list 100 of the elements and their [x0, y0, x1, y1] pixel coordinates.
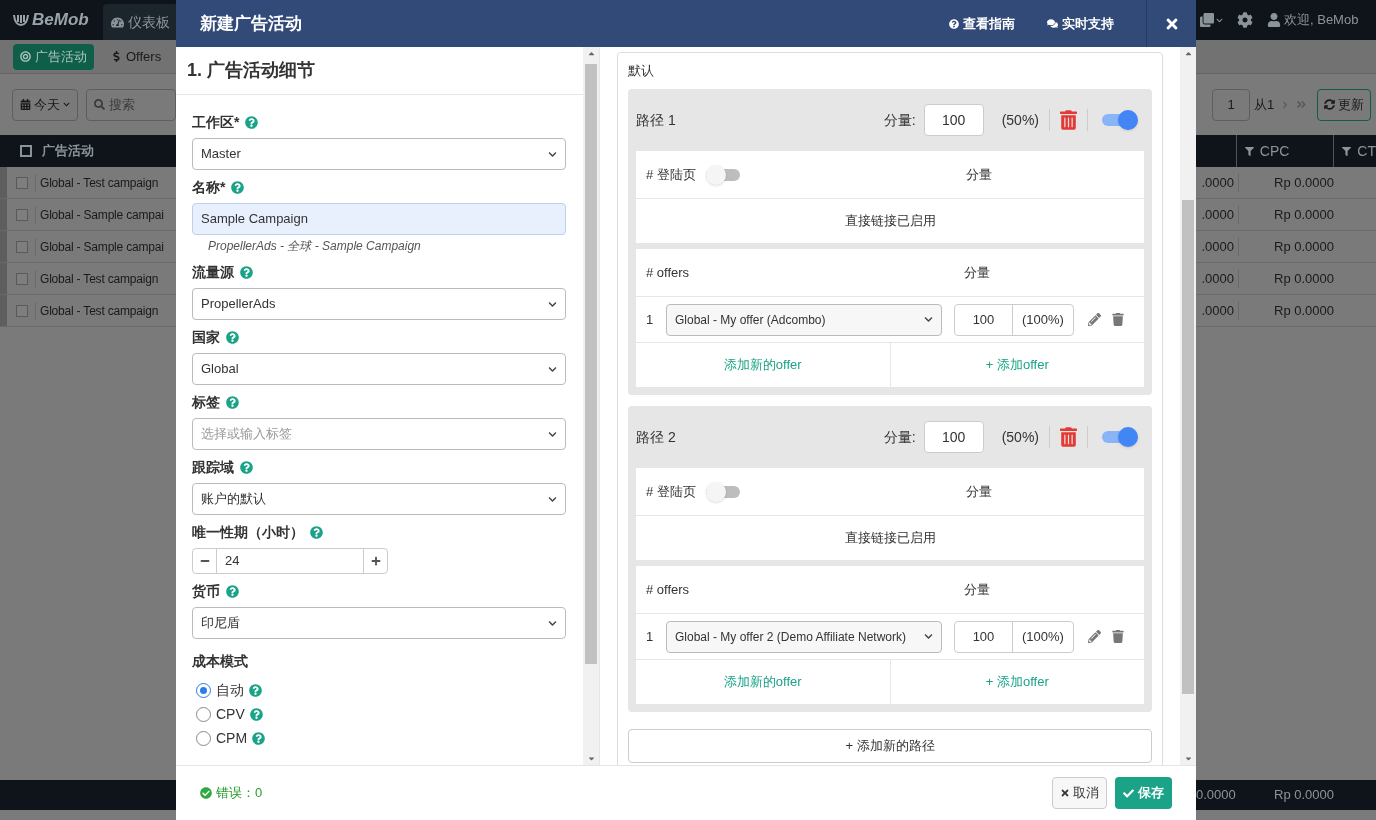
help-icon[interactable] [249, 707, 263, 721]
field-label: 货币 [192, 582, 220, 601]
user-icon [1267, 13, 1281, 27]
check-icon [1123, 787, 1134, 799]
default-label: 默认 [628, 62, 655, 81]
refresh-button[interactable]: 更新 [1317, 88, 1372, 121]
help-icon[interactable] [245, 116, 259, 129]
row-checkbox[interactable] [16, 176, 28, 189]
delete-icon[interactable] [1112, 630, 1124, 643]
welcome-text[interactable]: 欢迎, BeMob [1284, 10, 1359, 30]
column-header[interactable]: CPC [1259, 140, 1290, 162]
total-cell-text: 0.0000 [1196, 786, 1237, 805]
offers-label: # offers [646, 580, 691, 599]
date-filter-button[interactable]: 今天 [12, 88, 78, 121]
scrollbar[interactable] [583, 47, 599, 765]
row-checkbox[interactable] [16, 272, 28, 285]
select-field[interactable]: PropellerAds [192, 288, 566, 320]
settings-icon[interactable] [1237, 12, 1253, 28]
offer-weight-input[interactable]: 100 [955, 304, 1013, 335]
logo-text: BeMob [32, 9, 89, 32]
help-icon[interactable] [252, 731, 266, 745]
row-checkbox[interactable] [16, 208, 28, 221]
dashboard-tab[interactable]: 仪表板 [102, 4, 176, 40]
field-label: 唯一性期（小时） [192, 523, 304, 542]
filter-icon[interactable] [1342, 146, 1352, 156]
total-cell-text: Rp 0.0000 [1273, 786, 1335, 805]
row-handle[interactable] [0, 295, 7, 326]
chevron-icon [924, 632, 933, 641]
page-input[interactable]: 1 [1212, 88, 1250, 121]
help-icon[interactable] [226, 585, 239, 598]
help-icon[interactable] [240, 461, 253, 474]
help-icon [949, 18, 959, 29]
row-index: 1 [646, 310, 655, 329]
edit-icon[interactable] [1088, 630, 1101, 643]
edit-icon[interactable] [1088, 313, 1101, 326]
refresh-icon [1324, 99, 1336, 110]
chevron-icon [548, 429, 557, 439]
scrollbar[interactable] [1180, 47, 1196, 765]
row-handle[interactable] [0, 231, 7, 262]
help-icon[interactable] [226, 331, 239, 344]
table-cell: Global - Test campaign [35, 173, 159, 192]
name-field[interactable]: Sample Campaign [192, 203, 566, 235]
section-tab[interactable]: 广告活动 [13, 43, 94, 70]
cancel-button[interactable]: 取消 [1052, 777, 1107, 809]
help-icon[interactable] [310, 526, 323, 539]
weight-input[interactable]: 100 [923, 104, 984, 136]
table-cell: Rp 0.0000 [1238, 268, 1338, 289]
header-link[interactable]: 实时支持 [1047, 13, 1114, 34]
header-checkbox[interactable] [20, 145, 32, 157]
chevron-icon [924, 315, 933, 324]
toggle-switch[interactable] [705, 164, 742, 185]
table-cell-text: .0000 [1200, 205, 1235, 224]
help-icon[interactable] [240, 266, 253, 279]
scroll-up-icon[interactable] [586, 49, 596, 58]
filter-icon[interactable] [1244, 146, 1254, 156]
scroll-down-icon[interactable] [1183, 754, 1193, 763]
header-link[interactable]: 查看指南 [949, 13, 1015, 34]
last-page-icon[interactable] [1296, 99, 1308, 110]
table-cell: Rp 0.0000 [1238, 172, 1338, 193]
column-header[interactable]: 广告活动 [42, 141, 94, 161]
toggle-switch[interactable] [1102, 110, 1138, 130]
target-icon [20, 51, 31, 62]
select-field[interactable]: 账户的默认 [192, 483, 566, 515]
toggle-switch[interactable] [1102, 427, 1138, 447]
scroll-down-icon[interactable] [586, 754, 596, 763]
chevron-icon[interactable] [1216, 16, 1223, 24]
select-field[interactable]: Master [192, 138, 566, 170]
help-icon[interactable] [226, 396, 239, 409]
select-field[interactable]: 印尼盾 [192, 607, 566, 639]
chevron-icon [548, 364, 557, 374]
toggle-switch[interactable] [705, 481, 742, 502]
column-header[interactable]: CT [1357, 140, 1376, 162]
row-handle[interactable] [0, 263, 7, 294]
offer-weight-input[interactable]: 100 [955, 621, 1013, 652]
table-cell: Global - Test campaign [35, 269, 159, 288]
section-tab[interactable]: Offers [104, 43, 169, 70]
offer-select[interactable]: Global - My offer (Adcombo) [666, 303, 942, 336]
radio-label: CPV [216, 704, 245, 724]
landers-label: # 登陆页 [646, 165, 696, 184]
scroll-up-icon[interactable] [1183, 49, 1193, 58]
table-cell: Rp 0.0000 [1238, 204, 1338, 225]
next-page-icon[interactable] [1281, 100, 1290, 109]
row-checkbox[interactable] [16, 240, 28, 253]
row-handle[interactable] [0, 167, 7, 198]
select-field[interactable]: Global [192, 353, 566, 385]
help-icon[interactable] [249, 683, 262, 697]
row-handle[interactable] [0, 199, 7, 230]
direct-link-message: 直接链接已启用 [843, 529, 937, 548]
add-path-button[interactable]: + 添加新的路径 [628, 729, 1152, 763]
weight-share: (50%) [1001, 427, 1039, 447]
row-checkbox[interactable] [16, 304, 28, 317]
table-cell: Rp 0.0000 [1238, 236, 1338, 257]
trash-icon[interactable] [1060, 427, 1077, 447]
trash-icon[interactable] [1060, 110, 1077, 130]
delete-icon[interactable] [1112, 313, 1124, 326]
copy-icon[interactable] [1200, 13, 1214, 27]
weight-input[interactable]: 100 [923, 421, 984, 453]
table-cell: Rp 0.0000 [1238, 300, 1338, 321]
offer-select[interactable]: Global - My offer 2 (Demo Affiliate Network) [666, 620, 942, 653]
help-icon[interactable] [231, 181, 245, 194]
